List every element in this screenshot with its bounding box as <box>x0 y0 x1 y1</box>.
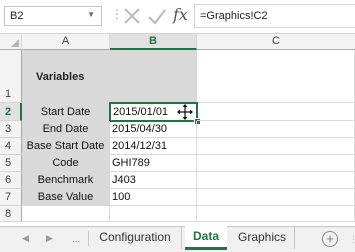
label-end-date[interactable]: End Date <box>22 121 110 138</box>
insert-function-icon[interactable]: fx <box>173 5 188 24</box>
more-tabs-ellipsis[interactable]: ... <box>72 234 80 245</box>
enter-check-icon[interactable] <box>147 7 167 30</box>
value-benchmark[interactable]: J403 <box>110 172 197 189</box>
row-header-6[interactable]: 6 <box>0 172 22 189</box>
add-sheet-icon[interactable]: + <box>322 231 338 247</box>
value-base-value[interactable]: 100 <box>110 189 197 206</box>
row-header-3[interactable]: 3 <box>0 121 22 138</box>
select-all-corner[interactable] <box>0 34 22 50</box>
label-start-date[interactable]: Start Date <box>22 103 110 121</box>
value-code[interactable]: GHI789 <box>110 155 197 172</box>
row-header-2[interactable]: 2 <box>0 103 22 121</box>
formula-text: =Graphics!C2 <box>200 10 268 22</box>
formula-input[interactable]: =Graphics!C2 <box>194 4 355 28</box>
formula-buttons: fx <box>121 5 193 30</box>
value-end-date[interactable]: 2015/04/30 <box>110 121 197 138</box>
cell-b1[interactable] <box>110 50 197 103</box>
column-header-b[interactable]: B <box>110 34 197 50</box>
cell-c2[interactable] <box>197 103 355 121</box>
cell-c3[interactable] <box>197 121 355 138</box>
cell-c6[interactable] <box>197 172 355 189</box>
cell-c1[interactable] <box>197 50 355 103</box>
label-benchmark[interactable]: Benchmark <box>22 172 110 189</box>
cell-c7[interactable] <box>197 189 355 206</box>
column-header-c[interactable]: C <box>197 34 355 50</box>
name-box-value: B2 <box>10 10 24 22</box>
tab-scroll-grip-icon[interactable]: · · · <box>352 233 355 247</box>
worksheet-grid: A B C 1 2 3 4 5 6 7 8 Variables Start Da… <box>0 34 355 222</box>
scroll-tabs-right-icon[interactable]: ▶ <box>46 233 53 244</box>
name-box-dropdown-icon[interactable]: ▼ <box>87 10 95 19</box>
tab-configuration[interactable]: Configuration <box>89 227 182 249</box>
row-header-4[interactable]: 4 <box>0 138 22 155</box>
row-header-7[interactable]: 7 <box>0 189 22 206</box>
row-header-5[interactable]: 5 <box>0 155 22 172</box>
value-start-date: 2015/01/01 <box>113 106 169 118</box>
sheet-tab-bar: ◀ ▶ ... Configuration Data Graphics + · ·… <box>0 226 355 252</box>
tab-graphics[interactable]: Graphics <box>230 227 295 249</box>
row-header-1[interactable]: 1 <box>0 50 22 103</box>
cell-c8[interactable] <box>197 206 355 222</box>
label-base-start-date[interactable]: Base Start Date <box>22 138 110 155</box>
cell-a8[interactable] <box>22 206 110 222</box>
label-code[interactable]: Code <box>22 155 110 172</box>
tab-data[interactable]: Data <box>185 226 227 250</box>
row-header-8[interactable]: 8 <box>0 206 22 222</box>
cell-c4[interactable] <box>197 138 355 155</box>
column-header-a[interactable]: A <box>22 34 110 50</box>
value-base-start-date[interactable]: 2014/12/31 <box>110 138 197 155</box>
cancel-icon[interactable] <box>123 6 141 29</box>
cell-c5[interactable] <box>197 155 355 172</box>
formula-bar: B2 ▼ ⋮ fx =Graphics!C2 <box>0 0 355 34</box>
cell-b8[interactable] <box>110 206 197 222</box>
name-box[interactable]: B2 ▼ <box>4 6 102 26</box>
scroll-tabs-left-icon[interactable]: ◀ <box>22 233 29 244</box>
variables-title[interactable]: Variables <box>22 50 110 103</box>
label-base-value[interactable]: Base Value <box>22 189 110 206</box>
